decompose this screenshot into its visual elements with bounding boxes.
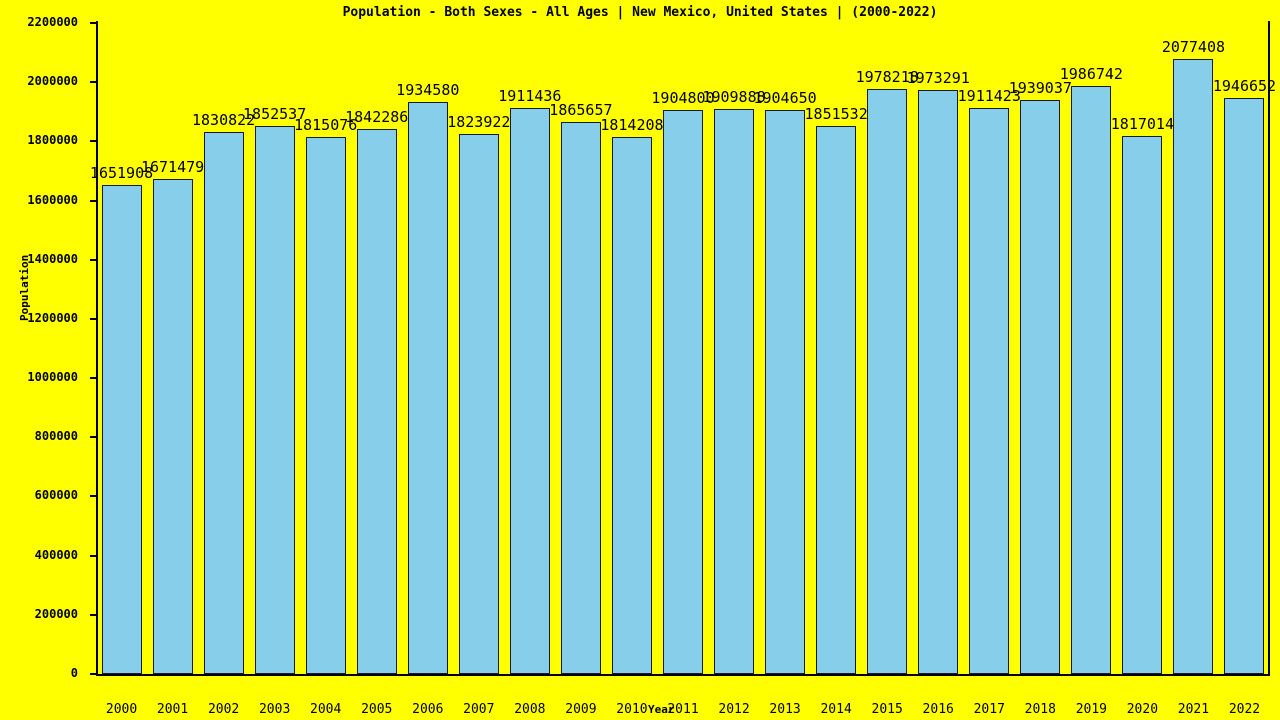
population-bar-chart: Population - Both Sexes - All Ages | New… xyxy=(0,0,1280,720)
y-tick-label: 2000000 xyxy=(27,74,78,89)
bar-value-label: 2077408 xyxy=(1161,38,1226,57)
bar xyxy=(663,110,703,674)
y-tick-label: 400000 xyxy=(34,547,78,562)
bar xyxy=(1173,59,1214,674)
y-tick-mark xyxy=(90,22,98,24)
y-tick-mark xyxy=(90,554,98,557)
bar xyxy=(560,121,601,674)
bar xyxy=(867,88,908,674)
bar xyxy=(254,125,295,674)
plot-area: 0 200000 400000 600000 800000 1000000 1200000 1… xyxy=(18,15,1276,717)
y-tick-mark xyxy=(90,673,98,675)
bar xyxy=(611,137,652,674)
bar xyxy=(407,101,448,674)
y-tick-mark xyxy=(90,377,98,380)
y-tick-mark xyxy=(90,436,98,439)
bar xyxy=(356,128,397,674)
bar-value-label: 1671479 xyxy=(140,158,205,177)
bar xyxy=(816,126,857,674)
x-tick-label: 2022 xyxy=(1228,702,1261,717)
y-tick-label: 800000 xyxy=(34,429,78,444)
bar xyxy=(714,108,755,674)
bar-value-label: 1946652 xyxy=(1212,76,1277,95)
y-tick-mark xyxy=(90,81,98,84)
y-tick-label: 2200000 xyxy=(27,15,78,29)
bar xyxy=(152,179,193,674)
y-tick-label: 200000 xyxy=(34,606,78,621)
bar-value-label: 1973291 xyxy=(906,69,970,88)
chart-title: Population - Both Sexes - All Ages | New… xyxy=(342,5,938,20)
y-axis-label: Population xyxy=(18,254,31,321)
bar xyxy=(1020,100,1061,674)
bar xyxy=(305,136,346,674)
y-tick-label: 1600000 xyxy=(27,192,78,207)
y-tick-mark xyxy=(90,495,98,498)
y-tick-mark xyxy=(90,258,98,261)
right-spine xyxy=(1268,21,1270,676)
bar-value-label: 1986742 xyxy=(1059,65,1123,84)
y-tick-label: 1800000 xyxy=(27,133,78,148)
bar xyxy=(203,132,244,674)
y-tick-label: 1400000 xyxy=(27,251,78,266)
y-tick-label: 1000000 xyxy=(27,370,78,385)
y-tick-mark xyxy=(90,317,98,320)
bar-value-label: 1823922 xyxy=(447,113,511,132)
y-tick-mark xyxy=(90,613,98,616)
y-tick-mark xyxy=(90,199,98,202)
y-tick-label: 600000 xyxy=(34,488,78,503)
bar xyxy=(918,90,959,674)
y-axis-line xyxy=(96,21,98,676)
y-tick-mark xyxy=(90,140,98,143)
x-axis-line xyxy=(96,674,1270,676)
bar-value-label: 1814208 xyxy=(600,116,664,135)
bar-value-label: 1842286 xyxy=(345,107,409,126)
bar xyxy=(969,108,1010,674)
bar xyxy=(1122,136,1163,674)
bar xyxy=(1071,86,1112,674)
bar xyxy=(509,108,550,674)
x-axis-label: Year xyxy=(648,703,675,716)
bar-value-label: 1851532 xyxy=(804,105,868,124)
bar xyxy=(458,134,499,674)
bar-value-label: 1817014 xyxy=(1110,115,1174,134)
bar xyxy=(765,110,806,674)
bar-value-label: 1934580 xyxy=(396,80,460,99)
y-tick-label: 0 xyxy=(70,666,78,680)
bar xyxy=(1224,97,1265,674)
y-tick-label: 1200000 xyxy=(27,310,78,325)
bar xyxy=(101,185,142,674)
